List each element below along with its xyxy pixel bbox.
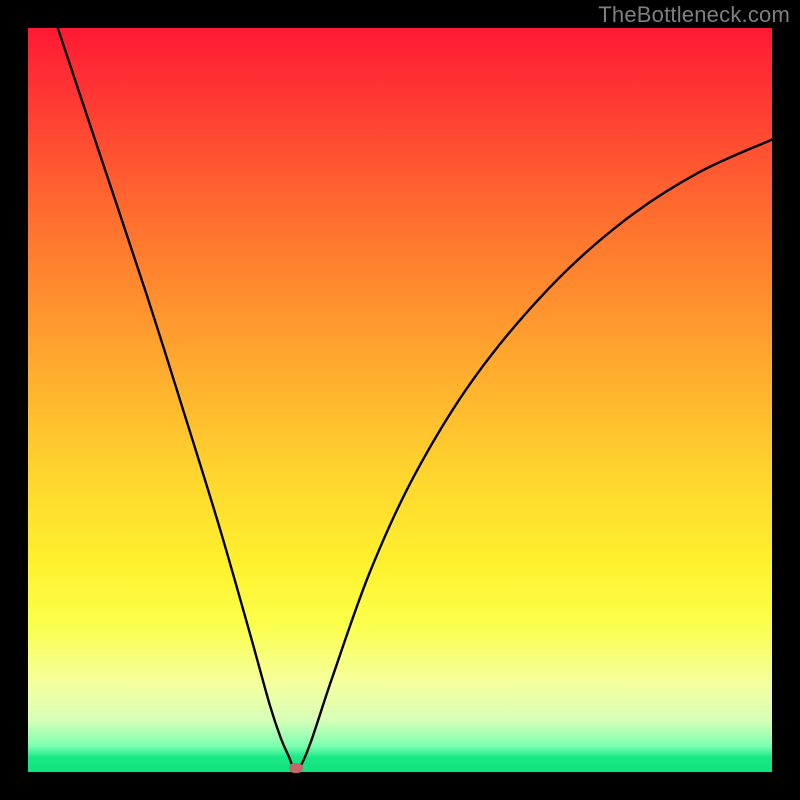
chart-frame: TheBottleneck.com: [0, 0, 800, 800]
plot-area: [28, 28, 772, 772]
optimum-marker: [289, 763, 303, 773]
watermark-label: TheBottleneck.com: [598, 2, 790, 28]
bottleneck-curve: [58, 28, 772, 770]
curve-svg: [28, 28, 772, 772]
